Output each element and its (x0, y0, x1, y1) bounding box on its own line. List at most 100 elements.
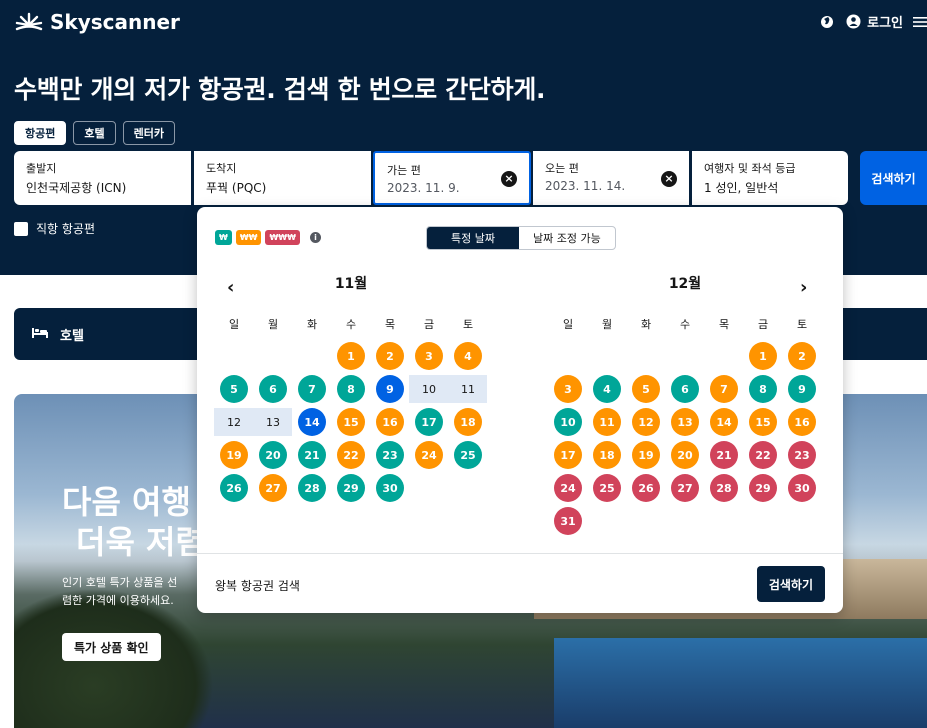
calendar-day[interactable]: 14 (298, 408, 326, 436)
weekday-label: 일 (562, 318, 574, 331)
calendar-day[interactable]: 24 (415, 441, 443, 469)
calendar-day[interactable]: 23 (376, 441, 404, 469)
calendar-day[interactable]: 21 (298, 441, 326, 469)
calendar-day[interactable]: 16 (788, 408, 816, 436)
calendar-day[interactable]: 15 (337, 408, 365, 436)
calendar-day[interactable]: 16 (376, 408, 404, 436)
calendar-day[interactable]: 4 (593, 375, 621, 403)
calendar-day[interactable]: 26 (632, 474, 660, 502)
legend-mid-chip: ₩₩ (235, 230, 262, 245)
next-month-icon[interactable]: › (800, 277, 807, 298)
calendar-day[interactable]: 20 (259, 441, 287, 469)
promo-pool-image (554, 638, 927, 728)
calendar-day[interactable]: 2 (376, 342, 404, 370)
calendar-day[interactable]: 3 (554, 375, 582, 403)
toggle-flexible-date[interactable]: 날짜 조정 가능 (519, 227, 615, 249)
calendar-day[interactable]: 18 (593, 441, 621, 469)
calendar-day[interactable]: 29 (337, 474, 365, 502)
clear-depart-icon[interactable]: × (501, 171, 517, 187)
calendar-day[interactable]: 5 (632, 375, 660, 403)
calendar-day[interactable]: 30 (376, 474, 404, 502)
depart-date-field[interactable]: 가는 편 2023. 11. 9. × (373, 151, 531, 205)
calendar-day[interactable]: 22 (749, 441, 777, 469)
calendar-day[interactable]: 1 (337, 342, 365, 370)
origin-field[interactable]: 출발지 인천국제공항 (ICN) (14, 151, 191, 205)
toggle-specific-date[interactable]: 특정 날짜 (427, 227, 519, 249)
travellers-field[interactable]: 여행자 및 좌석 등급 1 성인, 일반석 (692, 151, 848, 205)
calendar-day[interactable]: 9 (376, 375, 404, 403)
calendar-day[interactable]: 24 (554, 474, 582, 502)
calendar-day[interactable]: 11 (454, 375, 482, 403)
calendar-day[interactable]: 27 (671, 474, 699, 502)
calendar-day[interactable]: 31 (554, 507, 582, 535)
login-button[interactable]: 로그인 (845, 12, 903, 31)
date-picker-search-button[interactable]: 검색하기 (756, 566, 825, 602)
calendar-day[interactable]: 28 (710, 474, 738, 502)
calendar-day[interactable]: 17 (554, 441, 582, 469)
calendar-day[interactable]: 8 (337, 375, 365, 403)
menu-icon[interactable] (913, 14, 927, 30)
calendar-day[interactable]: 30 (788, 474, 816, 502)
tab-car-rental[interactable]: 렌터카 (122, 121, 175, 145)
destination-field[interactable]: 도착지 푸꿕 (PQC) (194, 151, 371, 205)
calendar-day[interactable]: 1 (749, 342, 777, 370)
destination-label: 도착지 (206, 162, 237, 175)
calendar-day[interactable]: 2 (788, 342, 816, 370)
sunburst-logo-icon (15, 12, 43, 31)
calendar-day[interactable]: 8 (749, 375, 777, 403)
tab-hotels[interactable]: 호텔 (73, 121, 116, 145)
calendar-day[interactable]: 25 (454, 441, 482, 469)
search-button[interactable]: 검색하기 (860, 151, 927, 205)
promo-subtitle: 인기 호텔 특가 상품을 선 렴한 가격에 이용하세요. (62, 574, 212, 610)
weekday-label: 목 (718, 318, 730, 331)
direct-flights-checkbox[interactable] (14, 221, 28, 236)
return-date-field[interactable]: 오는 편 2023. 11. 14. × (533, 151, 689, 205)
calendar-day[interactable]: 19 (220, 441, 248, 469)
calendar-day[interactable]: 7 (298, 375, 326, 403)
calendar-day[interactable]: 14 (710, 408, 738, 436)
calendar-day[interactable]: 12 (220, 408, 248, 436)
calendar-day[interactable]: 22 (337, 441, 365, 469)
calendar-day[interactable]: 5 (220, 375, 248, 403)
return-label: 오는 편 (545, 162, 579, 175)
calendar-day[interactable]: 13 (259, 408, 287, 436)
calendar-day[interactable]: 9 (788, 375, 816, 403)
calendar-day[interactable]: 25 (593, 474, 621, 502)
calendar-day[interactable]: 6 (671, 375, 699, 403)
skyscanner-logo[interactable]: Skyscanner (14, 10, 180, 34)
calendar-day[interactable]: 3 (415, 342, 443, 370)
calendar-day[interactable]: 20 (671, 441, 699, 469)
calendar-day[interactable]: 4 (454, 342, 482, 370)
calendar-day[interactable]: 10 (415, 375, 443, 403)
calendar-day[interactable]: 10 (554, 408, 582, 436)
calendar-day[interactable]: 17 (415, 408, 443, 436)
weekday-label: 화 (306, 318, 318, 331)
calendar-day[interactable]: 6 (259, 375, 287, 403)
calendar-day[interactable]: 27 (259, 474, 287, 502)
calendar-day[interactable]: 29 (749, 474, 777, 502)
calendar-day[interactable]: 7 (710, 375, 738, 403)
calendar-day[interactable]: 12 (632, 408, 660, 436)
calendar-day[interactable]: 13 (671, 408, 699, 436)
promo-deals-button[interactable]: 특가 상품 확인 (62, 633, 161, 661)
calendar-day[interactable]: 23 (788, 441, 816, 469)
date-picker-footer: 왕복 항공권 검색 검색하기 (197, 553, 843, 613)
user-icon (845, 14, 861, 30)
direct-flights-label: 직항 항공편 (36, 222, 96, 236)
return-value: 2023. 11. 14. (545, 179, 626, 193)
origin-value: 인천국제공항 (ICN) (26, 181, 127, 195)
calendar-day[interactable]: 28 (298, 474, 326, 502)
direct-flights-option[interactable]: 직항 항공편 (14, 220, 95, 237)
prev-month-icon[interactable]: ‹ (227, 277, 234, 298)
tab-flights[interactable]: 항공편 (14, 121, 67, 145)
calendar-day[interactable]: 19 (632, 441, 660, 469)
info-icon[interactable]: i (309, 232, 321, 243)
globe-icon[interactable] (819, 14, 835, 30)
calendar-day[interactable]: 21 (710, 441, 738, 469)
calendar-day[interactable]: 26 (220, 474, 248, 502)
clear-return-icon[interactable]: × (661, 171, 677, 187)
calendar-day[interactable]: 11 (593, 408, 621, 436)
promo-subtitle-line1: 인기 호텔 특가 상품을 선 (62, 576, 178, 589)
calendar-day[interactable]: 18 (454, 408, 482, 436)
calendar-day[interactable]: 15 (749, 408, 777, 436)
